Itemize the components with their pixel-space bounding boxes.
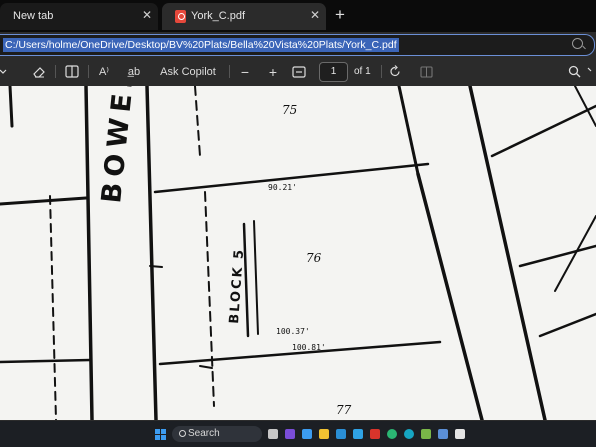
copilot-icon[interactable] <box>285 429 295 439</box>
app-icon[interactable] <box>421 429 431 439</box>
search-icon[interactable] <box>566 63 582 80</box>
task-view-icon[interactable] <box>268 429 278 439</box>
toolbar-divider <box>381 65 382 78</box>
file-explorer-icon[interactable] <box>319 429 329 439</box>
toolbar-divider <box>55 65 56 78</box>
mail-icon[interactable] <box>336 429 346 439</box>
more-options-icon[interactable] <box>586 63 596 80</box>
widgets-icon[interactable] <box>302 429 312 439</box>
fit-page-icon[interactable] <box>290 63 308 80</box>
app-icon[interactable] <box>438 429 448 439</box>
edge-browser-icon[interactable] <box>387 429 397 439</box>
lot-number: 77 <box>336 403 352 417</box>
address-row: C:/Users/holme/OneDrive/Desktop/BV%20Pla… <box>0 32 596 57</box>
store-icon[interactable] <box>353 429 363 439</box>
taskbar: Search <box>0 420 596 447</box>
pdf-file-icon <box>175 10 186 23</box>
tab-close-icon[interactable]: ✕ <box>310 8 320 22</box>
block-label: BLOCK 5 <box>227 247 247 324</box>
ask-copilot-button[interactable]: Ask Copilot <box>160 63 216 80</box>
toolbar-divider <box>229 65 230 78</box>
page-view-icon[interactable] <box>63 63 81 80</box>
eraser-icon[interactable] <box>30 63 48 80</box>
tab-york-pdf[interactable]: York_C.pdf ✕ <box>162 3 326 30</box>
tab-close-icon[interactable]: ✕ <box>142 8 152 22</box>
taskbar-search-label: Search <box>188 428 220 439</box>
lot-line-dashed <box>194 86 201 157</box>
app-icon[interactable] <box>455 429 465 439</box>
dimension-label: 100.81' <box>292 343 326 352</box>
lot-line <box>0 358 92 364</box>
page-count: of 1 <box>354 66 371 77</box>
url-text[interactable]: C:/Users/holme/OneDrive/Desktop/BV%20Pla… <box>3 38 399 52</box>
rotate-icon[interactable] <box>386 63 404 80</box>
lot-line <box>397 86 420 176</box>
taskbar-search-box[interactable]: Search <box>172 426 262 442</box>
pdf-toolbar: A⁾ a̲b Ask Copilot − + 1 of 1 <box>0 57 596 87</box>
pdf-document-area[interactable]: BOWES BLOCK 5 75 76 77 90.21' 100.37' 10… <box>0 86 596 420</box>
tab-title: New tab <box>13 10 54 22</box>
plat-map-drawing: BOWES BLOCK 5 75 76 77 90.21' 100.37' 10… <box>0 86 596 420</box>
read-aloud-button[interactable]: A⁾ <box>95 63 113 80</box>
page-number-input[interactable]: 1 <box>319 62 348 82</box>
tab-title: York_C.pdf <box>191 10 246 22</box>
address-bar[interactable]: C:/Users/holme/OneDrive/Desktop/BV%20Pla… <box>0 34 595 56</box>
search-icon <box>179 430 186 437</box>
lot-line <box>0 196 88 206</box>
lot-line-dashed <box>204 191 215 407</box>
draw-chevron-icon[interactable] <box>0 63 8 80</box>
zoom-in-button[interactable]: + <box>266 63 280 80</box>
two-page-icon[interactable] <box>417 63 435 80</box>
lot-number: 76 <box>306 251 322 265</box>
lot-line-dashed <box>49 195 57 420</box>
street-boundary-line <box>145 86 158 420</box>
zoom-out-button[interactable]: − <box>238 63 252 80</box>
app-icon[interactable] <box>370 429 380 439</box>
lot-number: 75 <box>282 103 297 117</box>
dimension-label: 100.37' <box>276 327 310 336</box>
tab-new-tab[interactable]: New tab ✕ <box>0 3 158 30</box>
street-boundary-line <box>84 86 94 420</box>
new-tab-button[interactable]: + <box>331 5 349 25</box>
toolbar-divider <box>88 65 89 78</box>
translate-button[interactable]: a̲b <box>125 63 143 80</box>
app-icon[interactable] <box>404 429 414 439</box>
dimension-label: 90.21' <box>268 183 297 192</box>
street-name-label: BOWES <box>96 86 142 205</box>
right-street-line <box>416 172 484 420</box>
zoom-icon[interactable] <box>572 38 583 49</box>
windows-start-icon[interactable] <box>155 429 166 440</box>
tab-strip: New tab ✕ York_C.pdf ✕ + <box>0 0 596 32</box>
